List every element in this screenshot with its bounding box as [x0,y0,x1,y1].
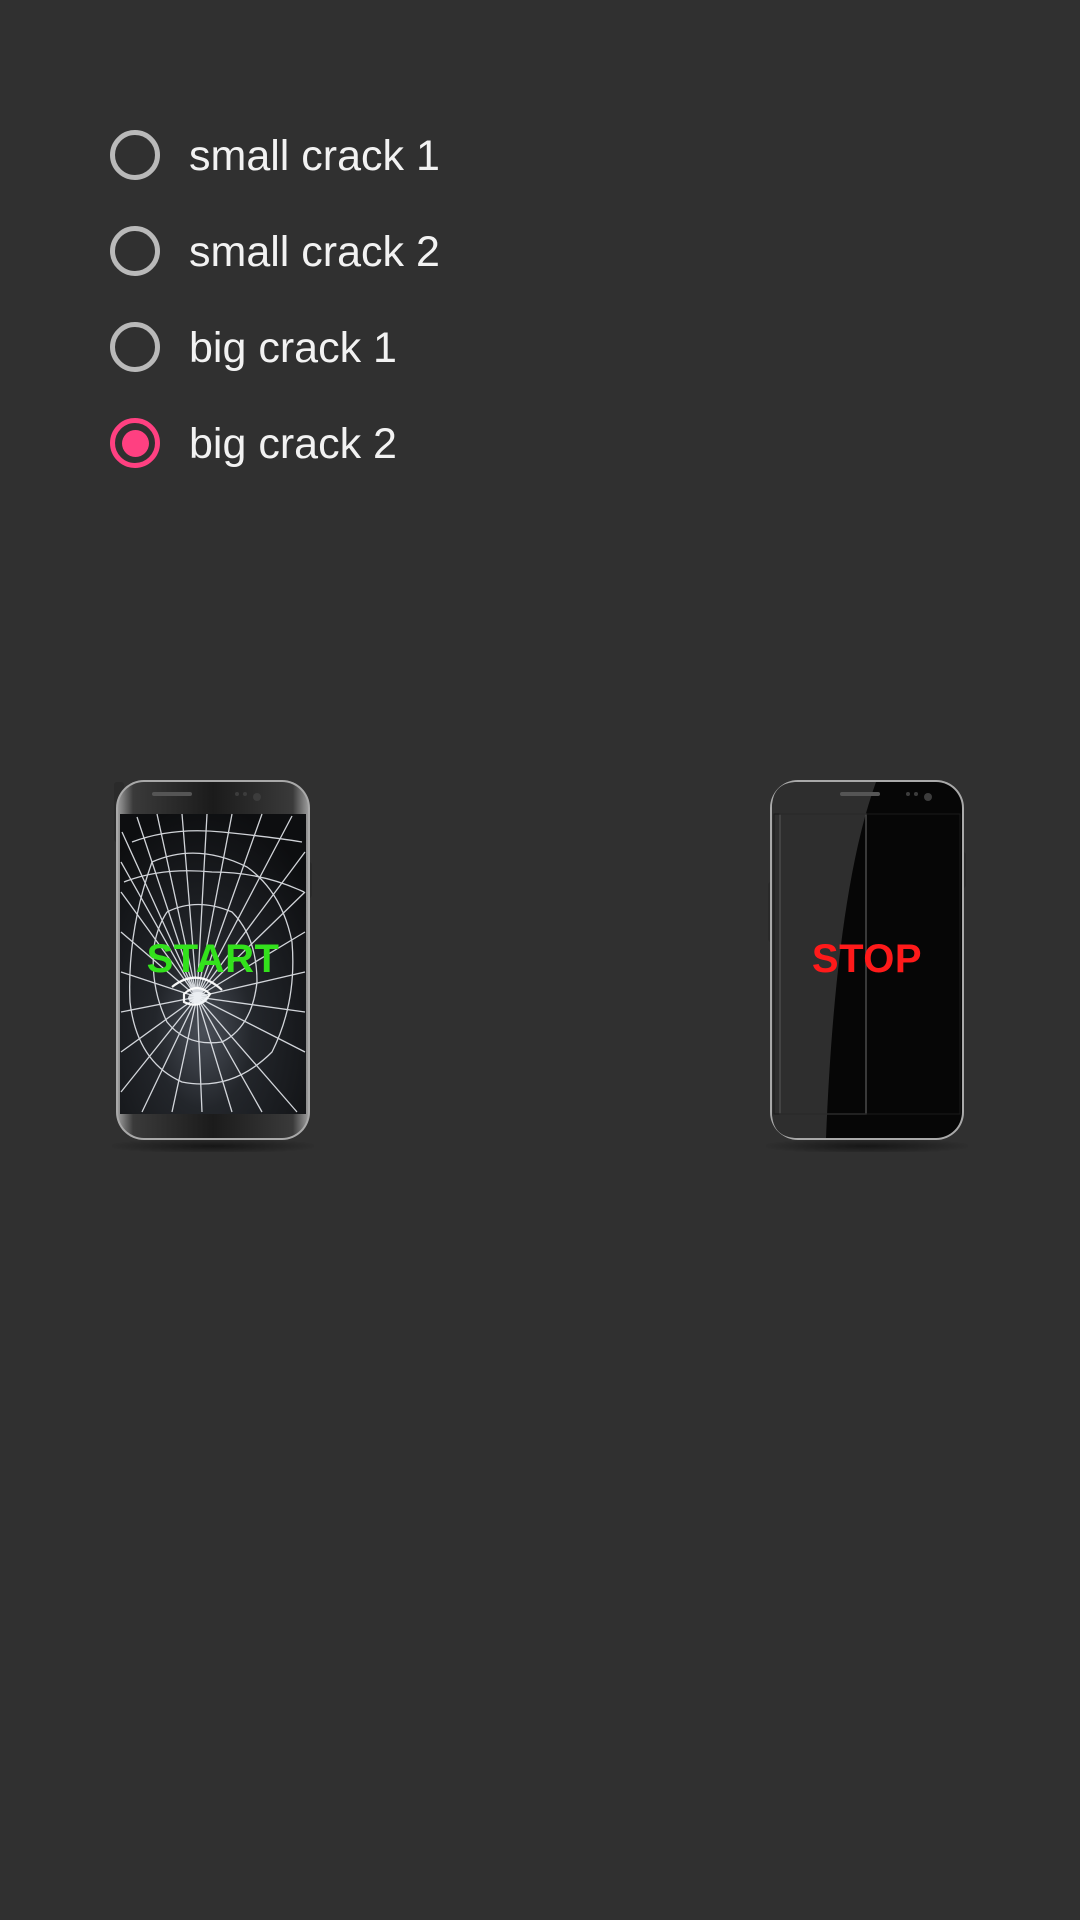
crack-type-radio-group: small crack 1 small crack 2 big crack 1 … [110,108,710,492]
radio-option-big-crack-2[interactable]: big crack 2 [110,396,710,492]
radio-button-icon[interactable] [110,322,160,372]
radio-option-label: big crack 1 [189,323,397,372]
radio-button-icon[interactable] [110,226,160,276]
radio-button-icon[interactable] [110,130,160,180]
stop-button[interactable]: STOP [766,772,968,1152]
radio-option-small-crack-2[interactable]: small crack 2 [110,204,710,300]
radio-option-small-crack-1[interactable]: small crack 1 [110,108,710,204]
start-button[interactable]: START [112,772,314,1152]
start-button-label: START [146,937,280,981]
radio-dot [121,429,149,457]
radio-option-label: small crack 1 [189,131,440,180]
radio-option-label: big crack 2 [189,419,397,468]
radio-button-icon[interactable] [110,418,160,468]
stop-button-label: STOP [811,937,923,981]
radio-option-big-crack-1[interactable]: big crack 1 [110,300,710,396]
app-screen: small crack 1 small crack 2 big crack 1 … [0,0,1080,1920]
radio-option-label: small crack 2 [189,227,440,276]
